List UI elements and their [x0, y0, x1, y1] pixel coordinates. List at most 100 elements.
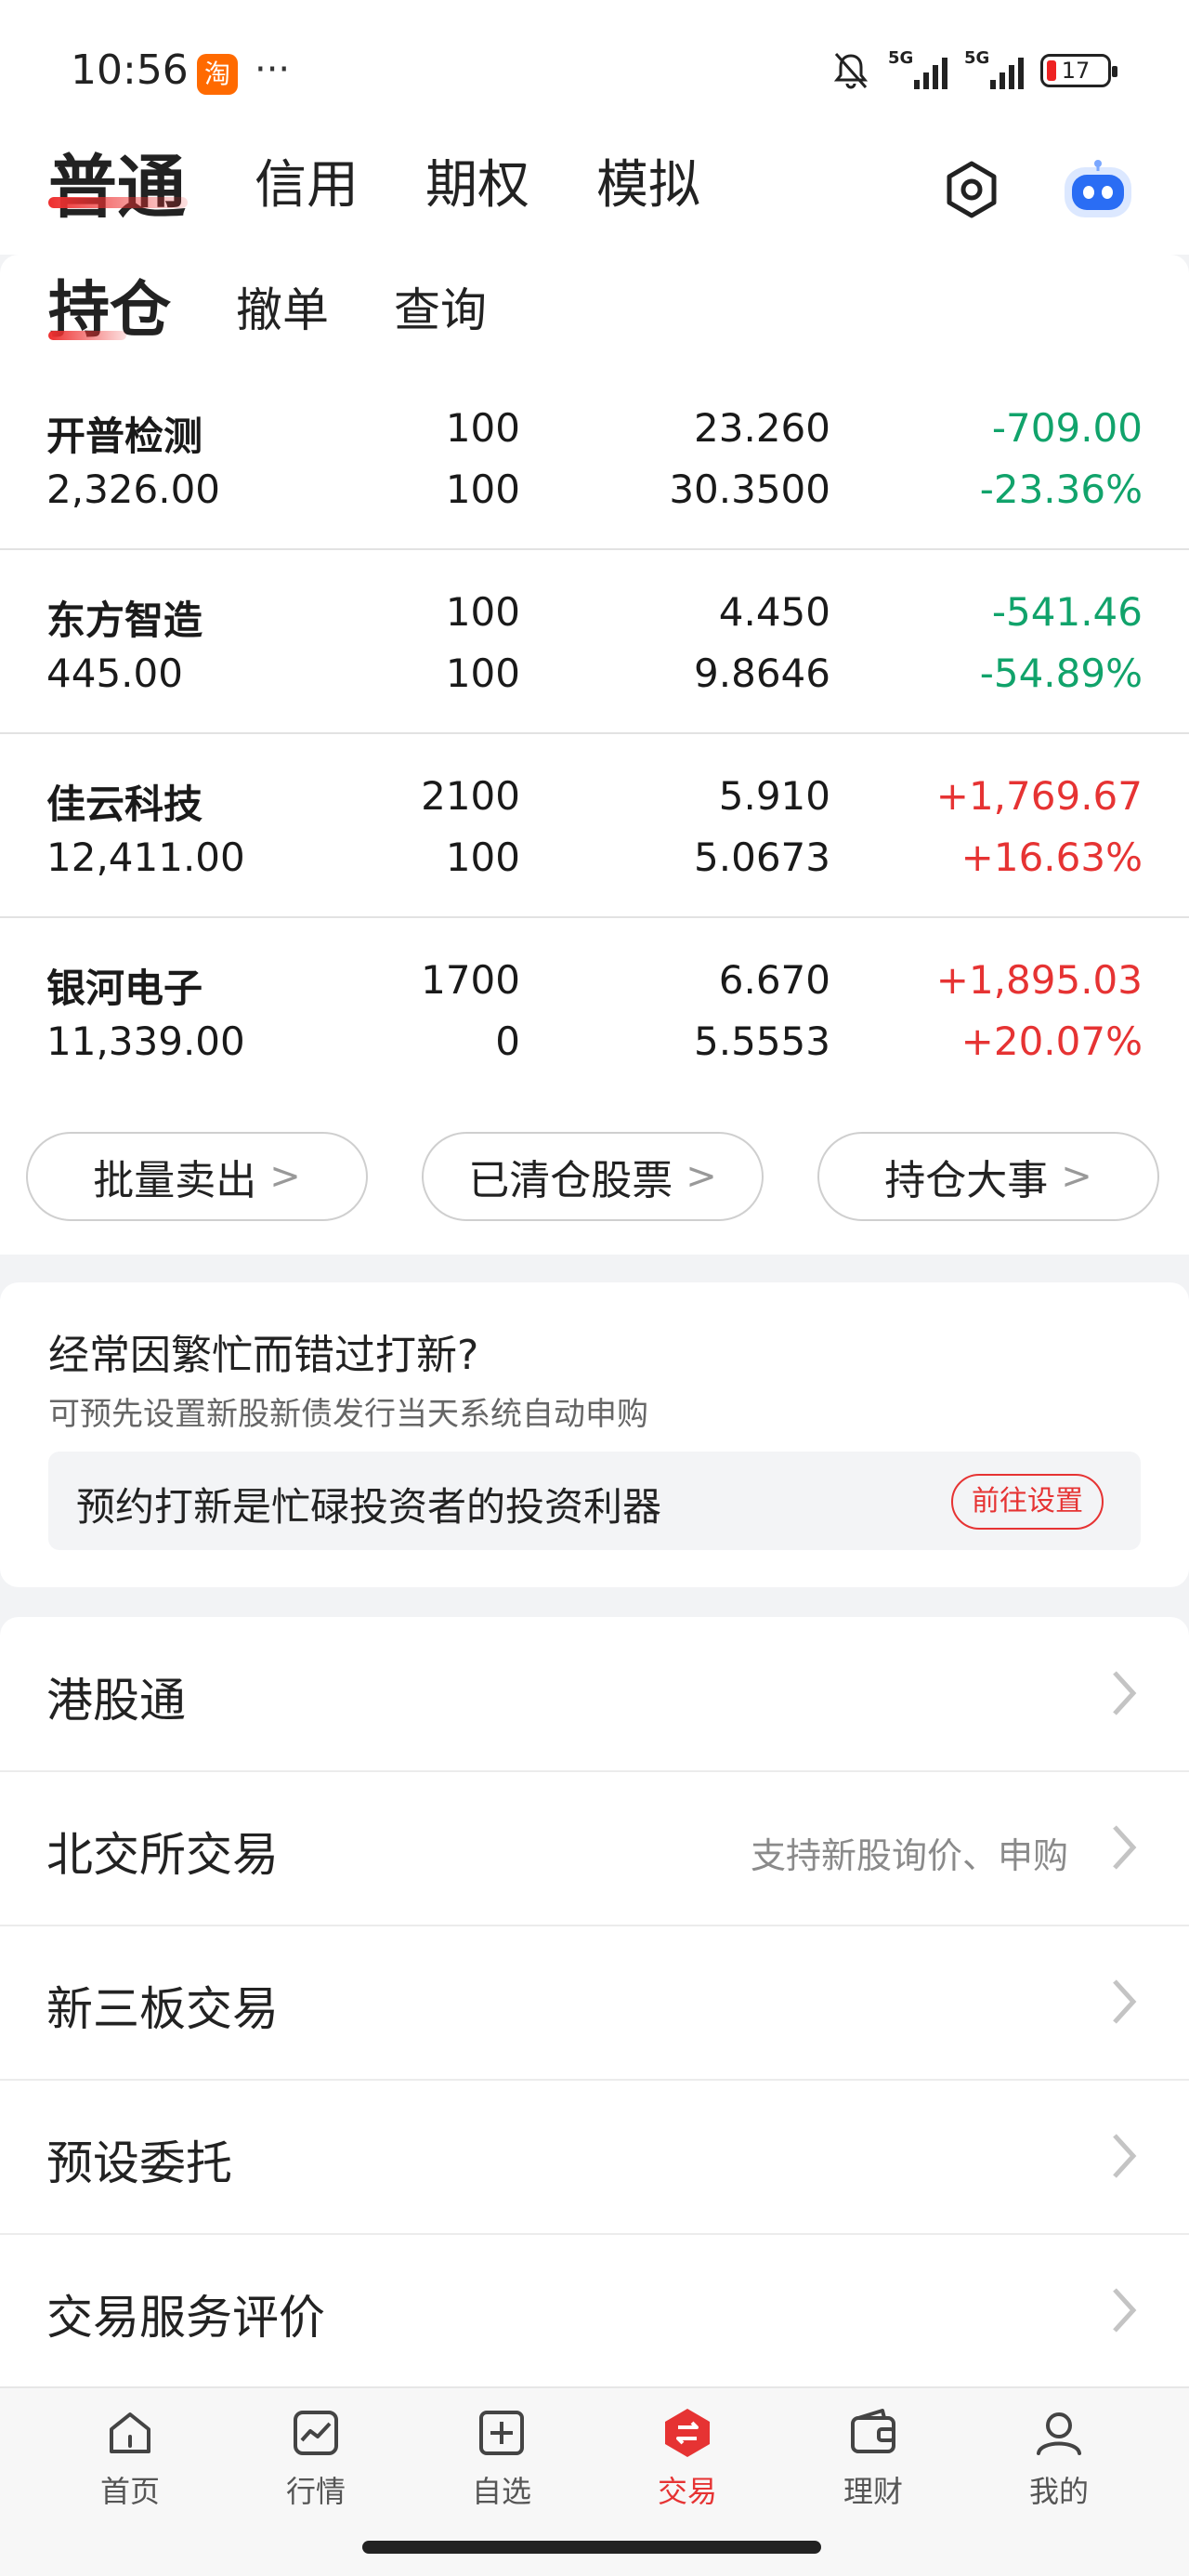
current-price: 6.670 — [718, 957, 830, 1003]
menu-item-label: 预设委托 — [46, 2136, 232, 2190]
tab-active-indicator — [48, 197, 188, 208]
status-indicators: 5G 5G 17 — [830, 48, 1117, 91]
chevron-right-icon — [1113, 1671, 1137, 1715]
current-price: 5.910 — [718, 773, 830, 819]
go-settings-button[interactable]: 前往设置 — [951, 1474, 1104, 1530]
chevron-right-icon — [1113, 2134, 1137, 2178]
stock-name: 东方智造 — [46, 598, 203, 643]
holding-row[interactable]: 开普检测 2,326.00 100 100 23.260 30.3500 -70… — [0, 385, 1189, 569]
nav-profile[interactable]: 我的 — [985, 2405, 1133, 2511]
cost-price: 5.5553 — [694, 1019, 830, 1064]
menu-item-bse-trading[interactable]: 北交所交易 支持新股询价、申购 — [0, 1771, 1189, 1925]
sub-tab-active-indicator — [48, 331, 126, 340]
holdings-card: 持仓 撤单 查询 开普检测 2,326.00 100 100 23.260 30… — [0, 255, 1189, 1255]
signal-5g-2-label: 5G — [964, 48, 990, 68]
ipo-banner-text: 预约打新是忙碌投资者的投资利器 — [76, 1484, 662, 1530]
holding-events-label: 持仓大事 — [884, 1157, 1049, 1204]
status-bar: 10:56 淘 ··· 5G 5G 17 — [0, 0, 1189, 139]
taobao-app-icon: 淘 — [197, 54, 238, 95]
row-divider — [0, 916, 1189, 918]
ai-assistant-robot-icon[interactable] — [1059, 158, 1137, 223]
menu-item-neeq-trading[interactable]: 新三板交易 — [0, 1925, 1189, 2079]
menu-item-hint: 支持新股询价、申购 — [750, 1835, 1068, 1876]
nav-wealth[interactable]: 理财 — [799, 2405, 947, 2511]
position-qty: 2100 — [421, 773, 520, 819]
user-profile-icon — [1037, 2412, 1081, 2455]
available-qty: 100 — [445, 835, 520, 880]
account-type-tabs: 普通 信用 期权 模拟 — [0, 139, 1189, 255]
home-indicator[interactable] — [362, 2541, 821, 2554]
profit-loss: -709.00 — [991, 405, 1143, 451]
home-icon — [110, 2412, 150, 2453]
market-value: 445.00 — [46, 651, 183, 696]
position-qty: 100 — [445, 405, 520, 451]
ipo-promo-card: 经常因繁忙而错过打新? 可预先设置新股新债发行当天系统自动申购 预约打新是忙碌投… — [0, 1282, 1189, 1587]
nav-watchlist-label: 自选 — [471, 2474, 531, 2509]
market-value: 2,326.00 — [46, 467, 221, 512]
menu-item-service-rating[interactable]: 交易服务评价 — [0, 2234, 1189, 2387]
profit-loss: +1,769.67 — [935, 773, 1143, 819]
nav-market-label: 行情 — [285, 2474, 346, 2509]
nav-home[interactable]: 首页 — [56, 2405, 204, 2511]
nav-home-label: 首页 — [99, 2474, 160, 2509]
nav-market[interactable]: 行情 — [242, 2405, 390, 2511]
trading-menu-list: 港股通 北交所交易 支持新股询价、申购 新三板交易 预设委托 交易服务评价 — [0, 1617, 1189, 2388]
add-watchlist-icon — [479, 2411, 524, 2455]
available-qty: 100 — [445, 467, 520, 512]
bell-muted-icon — [833, 53, 869, 89]
ipo-banner[interactable]: 预约打新是忙碌投资者的投资利器 前往设置 — [48, 1452, 1141, 1550]
available-qty: 0 — [495, 1019, 520, 1064]
menu-item-hk-connect[interactable]: 港股通 — [0, 1617, 1189, 1770]
tab-query[interactable]: 查询 — [394, 273, 487, 340]
tab-normal[interactable]: 普通 — [48, 132, 186, 231]
ipo-subtitle: 可预先设置新股新债发行当天系统自动申购 — [48, 1396, 648, 1433]
batch-sell-label: 批量卖出 — [93, 1157, 257, 1204]
signal-5g-1-icon: 5G — [888, 48, 947, 89]
signal-5g-1-label: 5G — [888, 48, 914, 68]
cost-price: 9.8646 — [694, 651, 830, 696]
menu-item-label: 新三板交易 — [46, 1982, 279, 2036]
signal-5g-2-icon: 5G — [964, 48, 1024, 89]
batch-sell-button[interactable]: 批量卖出 > — [26, 1132, 368, 1221]
bottom-navigation: 首页 行情 自选 交易 理财 我的 — [0, 2386, 1189, 2526]
tab-cancel-orders[interactable]: 撤单 — [236, 273, 329, 340]
holding-row[interactable]: 佳云科技 12,411.00 2100 100 5.910 5.0673 +1,… — [0, 753, 1189, 937]
current-price: 23.260 — [694, 405, 830, 451]
available-qty: 100 — [445, 651, 520, 696]
market-chart-icon — [294, 2411, 338, 2455]
current-price: 4.450 — [718, 589, 830, 635]
nav-wealth-label: 理财 — [843, 2474, 903, 2509]
cost-price: 30.3500 — [669, 467, 830, 512]
tab-simulated[interactable]: 模拟 — [596, 143, 700, 218]
stock-name: 佳云科技 — [46, 782, 203, 827]
wallet-icon — [851, 2409, 895, 2453]
holding-events-button[interactable]: 持仓大事 > — [817, 1132, 1159, 1221]
chevron-right-icon — [1113, 1825, 1137, 1870]
holding-row[interactable]: 东方智造 445.00 100 100 4.450 9.8646 -541.46… — [0, 569, 1189, 753]
position-qty: 1700 — [421, 957, 520, 1003]
more-notifications-icon: ··· — [255, 48, 291, 91]
cleared-stocks-label: 已清仓股票 — [468, 1157, 673, 1204]
chevron-right-icon — [1113, 1979, 1137, 2024]
nav-trade[interactable]: 交易 — [613, 2405, 762, 2511]
cleared-stocks-button[interactable]: 已清仓股票 > — [422, 1132, 764, 1221]
battery-icon: 17 — [1040, 54, 1117, 87]
profit-loss: -541.46 — [991, 589, 1143, 635]
holding-row[interactable]: 银河电子 11,339.00 1700 0 6.670 5.5553 +1,89… — [0, 937, 1189, 1121]
nav-trade-label: 交易 — [657, 2474, 717, 2509]
menu-item-preset-orders[interactable]: 预设委托 — [0, 2080, 1189, 2233]
tab-options[interactable]: 期权 — [425, 143, 529, 218]
chevron-right-icon: > — [1061, 1155, 1092, 1198]
market-value: 12,411.00 — [46, 835, 245, 880]
settings-hexagon-icon[interactable] — [942, 160, 1001, 219]
trade-exchange-icon — [665, 2409, 710, 2457]
nav-watchlist[interactable]: 自选 — [427, 2405, 576, 2511]
menu-item-label: 港股通 — [46, 1674, 186, 1728]
chevron-right-icon: > — [686, 1155, 717, 1198]
profit-loss: +1,895.03 — [935, 957, 1143, 1003]
profit-loss-pct: +16.63% — [960, 835, 1143, 880]
market-value: 11,339.00 — [46, 1019, 245, 1064]
tab-credit[interactable]: 信用 — [255, 143, 359, 218]
battery-level: 17 — [1061, 58, 1091, 84]
stock-name: 开普检测 — [46, 414, 203, 459]
